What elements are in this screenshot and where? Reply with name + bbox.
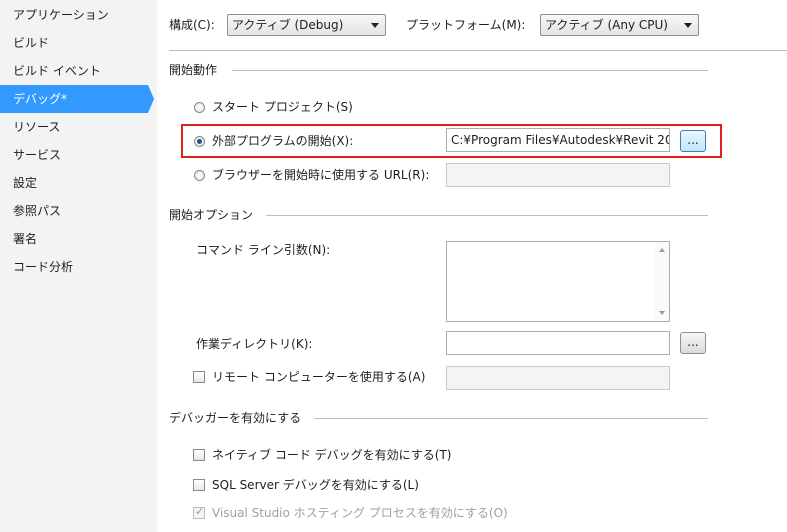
vs-hosting-label: Visual Studio ホスティング プロセスを有効にする(O): [212, 506, 508, 520]
chevron-down-icon: [371, 23, 379, 28]
native-debug-label: ネイティブ コード デバッグを有効にする(T): [212, 448, 452, 462]
cmd-args-textarea[interactable]: [446, 241, 670, 322]
sql-debug-checkbox[interactable]: [193, 479, 205, 491]
working-dir-label: 作業ディレクトリ(K):: [196, 337, 313, 351]
vs-hosting-checkbox: [193, 505, 205, 519]
start-project-radio[interactable]: [194, 102, 205, 113]
browser-url-field[interactable]: [446, 163, 670, 187]
section-divider: [314, 418, 708, 419]
config-value: アクティブ (Debug): [232, 18, 344, 32]
remote-machine-label: リモート コンピューターを使用する(A): [212, 370, 426, 384]
external-program-browse-button[interactable]: ...: [680, 130, 706, 152]
platform-value: アクティブ (Any CPU): [545, 18, 668, 32]
platform-label: プラットフォーム(M):: [406, 18, 526, 32]
section-divider: [266, 215, 708, 216]
start-project-label: スタート プロジェクト(S): [212, 100, 353, 114]
sidebar-item-resources[interactable]: リソース: [0, 113, 148, 141]
external-program-label: 外部プログラムの開始(X):: [212, 134, 354, 148]
scroll-up-icon[interactable]: [659, 248, 665, 252]
native-debug-checkbox[interactable]: [193, 449, 205, 461]
sidebar-item-reference-paths[interactable]: 参照パス: [0, 197, 148, 225]
browser-url-radio[interactable]: [194, 170, 205, 181]
external-program-radio[interactable]: [194, 136, 205, 147]
sidebar: アプリケーション ビルド ビルド イベント デバッグ* リソース サービス 設定…: [0, 0, 157, 532]
chevron-down-icon: [684, 23, 692, 28]
sidebar-item-build[interactable]: ビルド: [0, 29, 148, 57]
section-header-debuggers: デバッガーを有効にする: [169, 411, 302, 425]
sidebar-item-services[interactable]: サービス: [0, 141, 148, 169]
section-header-start-action: 開始動作: [169, 63, 218, 77]
sidebar-item-debug[interactable]: デバッグ*: [0, 85, 148, 113]
remote-machine-field[interactable]: [446, 366, 670, 390]
working-dir-browse-button[interactable]: ...: [680, 332, 706, 354]
scroll-down-icon[interactable]: [659, 311, 665, 315]
sidebar-item-signing[interactable]: 署名: [0, 225, 148, 253]
section-divider: [232, 70, 708, 71]
scrollbar[interactable]: [655, 242, 669, 321]
config-dropdown[interactable]: アクティブ (Debug): [227, 14, 386, 36]
browser-url-label: ブラウザーを開始時に使用する URL(R):: [212, 168, 430, 182]
sidebar-item-code-analysis[interactable]: コード分析: [0, 253, 148, 281]
working-dir-field[interactable]: [446, 331, 670, 355]
divider: [169, 50, 787, 51]
remote-machine-checkbox[interactable]: [193, 371, 205, 383]
section-header-start-options: 開始オプション: [169, 208, 254, 222]
config-label: 構成(C):: [169, 18, 215, 32]
platform-dropdown[interactable]: アクティブ (Any CPU): [540, 14, 699, 36]
sidebar-item-build-events[interactable]: ビルド イベント: [0, 57, 148, 85]
cmd-args-label: コマンド ライン引数(N):: [196, 243, 331, 257]
active-indicator: [148, 85, 154, 113]
sidebar-item-settings[interactable]: 設定: [0, 169, 148, 197]
sidebar-item-application[interactable]: アプリケーション: [0, 1, 148, 29]
external-program-path-field[interactable]: C:¥Program Files¥Autodesk¥Revit 20:: [446, 128, 670, 152]
sql-debug-label: SQL Server デバッグを有効にする(L): [212, 478, 419, 492]
